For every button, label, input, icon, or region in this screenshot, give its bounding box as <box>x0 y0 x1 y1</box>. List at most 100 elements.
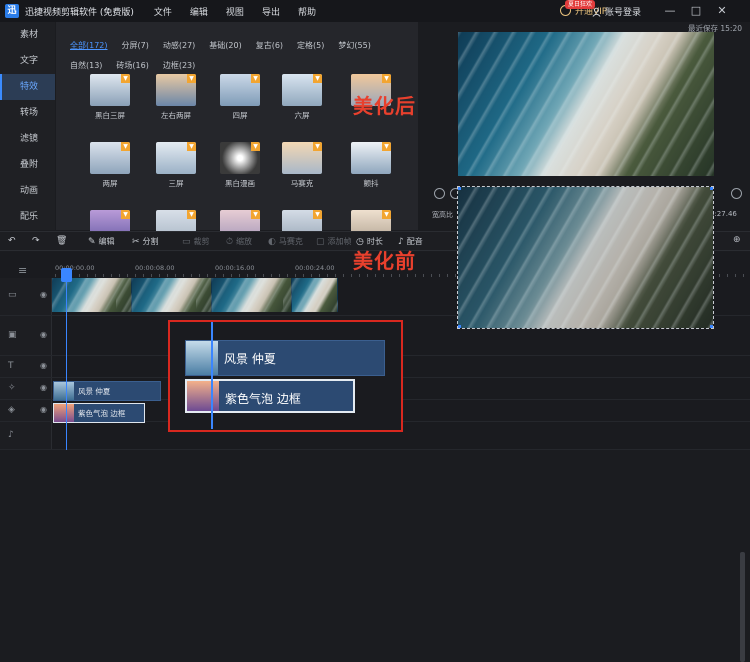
effect-label: 黑白三屏 <box>95 111 125 120</box>
sidebar-item-text[interactable]: 文字 <box>0 48 55 74</box>
download-icon[interactable]: ▼ <box>121 74 130 83</box>
clip-thumbnail <box>187 381 219 411</box>
resize-handle[interactable] <box>458 325 461 328</box>
scissors-icon: ✂ <box>132 236 140 247</box>
eye-icon[interactable]: ◉ <box>40 383 47 392</box>
download-icon[interactable]: ▼ <box>313 142 322 151</box>
clip-thumbnail <box>54 404 74 422</box>
menu-help[interactable]: 帮助 <box>298 5 316 18</box>
eye-icon[interactable]: ◉ <box>40 330 47 339</box>
download-icon[interactable]: ▼ <box>251 210 260 219</box>
tab-freeze[interactable]: 定格(5) <box>297 36 324 55</box>
crop-button[interactable]: ▭ 裁剪 <box>182 236 210 247</box>
playhead[interactable] <box>66 280 67 450</box>
menu-view[interactable]: 视图 <box>226 5 244 18</box>
sidebar-item-animation[interactable]: 动画 <box>0 178 55 204</box>
preview-before-image[interactable] <box>457 186 714 329</box>
resize-handle[interactable] <box>710 187 713 190</box>
resize-handle[interactable] <box>458 187 461 190</box>
timeline-zoom-icon[interactable]: ⊕ <box>733 235 741 245</box>
aspect-ratio-label[interactable]: 宽高比 <box>432 210 453 220</box>
layers-icon: ◈ <box>8 405 15 415</box>
sidebar-item-music[interactable]: 配乐 <box>0 204 55 230</box>
edit-button[interactable]: ✎ 编辑 <box>88 236 115 247</box>
effect-item[interactable]: ▼ 六屏 <box>282 74 322 121</box>
resize-handle[interactable] <box>710 325 713 328</box>
split-label: 分割 <box>142 237 159 246</box>
download-icon[interactable]: ▼ <box>382 210 391 219</box>
tab-basic[interactable]: 基础(20) <box>209 36 241 55</box>
maximize-icon[interactable]: □ <box>690 5 702 17</box>
tab-nature[interactable]: 自然(13) <box>70 56 102 75</box>
mosaic-label: 马赛克 <box>278 237 303 246</box>
mosaic-button[interactable]: ◐ 马赛克 <box>268 236 303 247</box>
eye-icon[interactable]: ◉ <box>40 361 47 370</box>
close-icon[interactable]: ✕ <box>716 5 728 17</box>
tab-border[interactable]: 边框(23) <box>163 56 195 75</box>
zoom-button[interactable]: ⏱ 缩放 <box>226 236 252 247</box>
sidebar-item-overlay[interactable]: 叠附 <box>0 152 55 178</box>
video-clip[interactable] <box>52 278 338 312</box>
effect-item[interactable]: ▼ 颤抖 <box>351 142 391 189</box>
rewind-icon[interactable] <box>434 188 445 199</box>
download-icon[interactable]: ▼ <box>187 74 196 83</box>
menu-edit[interactable]: 编辑 <box>190 5 208 18</box>
effect-thumbnail: ▼ <box>90 142 130 174</box>
fullscreen-icon[interactable] <box>731 188 742 199</box>
trash-icon: 🗑 <box>56 236 68 246</box>
sidebar-item-filter[interactable]: 滤镜 <box>0 126 55 152</box>
minimize-icon[interactable]: — <box>664 5 676 17</box>
download-icon[interactable]: ▼ <box>187 142 196 151</box>
track-menu-icon[interactable]: ≡ <box>18 264 27 277</box>
sidebar-item-effects[interactable]: 特效 <box>0 74 55 100</box>
download-icon[interactable]: ▼ <box>251 74 260 83</box>
zoom-text-clip[interactable]: 风景 仲夏 <box>185 340 385 376</box>
eye-icon[interactable]: ◉ <box>40 405 47 414</box>
zoom-icon: ⏱ <box>226 236 234 247</box>
tab-dream[interactable]: 梦幻(55) <box>338 36 370 55</box>
effect-item[interactable]: ▼ 马赛克 <box>282 142 322 189</box>
sidebar: 素材 文字 特效 转场 滤镜 叠附 动画 配乐 <box>0 22 55 230</box>
download-icon[interactable]: ▼ <box>313 210 322 219</box>
tab-dynamic[interactable]: 动感(27) <box>163 36 195 55</box>
before-label: 美化前 <box>353 249 416 273</box>
effect-item[interactable]: ▼ 黑白漫画 <box>220 142 260 189</box>
download-icon[interactable]: ▼ <box>251 142 260 151</box>
menu-export[interactable]: 导出 <box>262 5 280 18</box>
sidebar-item-material[interactable]: 素材 <box>0 22 55 48</box>
effect-item[interactable]: ▼ 两屏 <box>90 142 130 189</box>
edit-icon: ✎ <box>88 236 96 247</box>
download-icon[interactable]: ▼ <box>313 74 322 83</box>
eye-icon[interactable]: ◉ <box>40 290 47 299</box>
download-icon[interactable]: ▼ <box>382 142 391 151</box>
mosaic-icon: ◐ <box>268 236 276 247</box>
login-button[interactable]: 账号登录 <box>592 5 641 18</box>
effect-item[interactable]: ▼ 三屏 <box>156 142 196 189</box>
tab-all[interactable]: 全部(172) <box>70 36 108 55</box>
text-clip[interactable]: 风景 仲夏 <box>53 381 161 401</box>
undo-button[interactable]: ↶ <box>8 236 19 246</box>
tab-split[interactable]: 分屏(7) <box>122 36 149 55</box>
effect-item[interactable]: ▼ 黑白三屏 <box>90 74 130 121</box>
redo-button[interactable]: ↷ <box>32 236 43 246</box>
effect-item[interactable]: ▼ 四屏 <box>220 74 260 121</box>
preview-after-image <box>458 32 714 176</box>
edit-label: 编辑 <box>98 237 115 246</box>
download-icon[interactable]: ▼ <box>121 210 130 219</box>
tab-retro[interactable]: 复古(6) <box>256 36 283 55</box>
download-icon[interactable]: ▼ <box>187 210 196 219</box>
clip-thumbnail <box>54 382 74 400</box>
timeline-scrollbar[interactable] <box>740 552 745 662</box>
split-button[interactable]: ✂ 分割 <box>132 236 159 247</box>
tick-label: 00:00:08.00 <box>135 264 175 272</box>
add-frame-button[interactable]: ▢ 添加帧 <box>316 236 352 247</box>
menu-file[interactable]: 文件 <box>154 5 172 18</box>
download-icon[interactable]: ▼ <box>121 142 130 151</box>
sidebar-item-transition[interactable]: 转场 <box>0 100 55 126</box>
download-icon[interactable]: ▼ <box>382 74 391 83</box>
delete-button[interactable]: 🗑 <box>56 236 70 246</box>
video-track-icon: ▭ <box>8 290 17 300</box>
effect-item[interactable]: ▼ 左右两屏 <box>156 74 196 121</box>
tab-transition[interactable]: 砖场(16) <box>116 56 148 75</box>
zoom-border-clip-label: 紫色气泡 边框 <box>225 392 301 406</box>
